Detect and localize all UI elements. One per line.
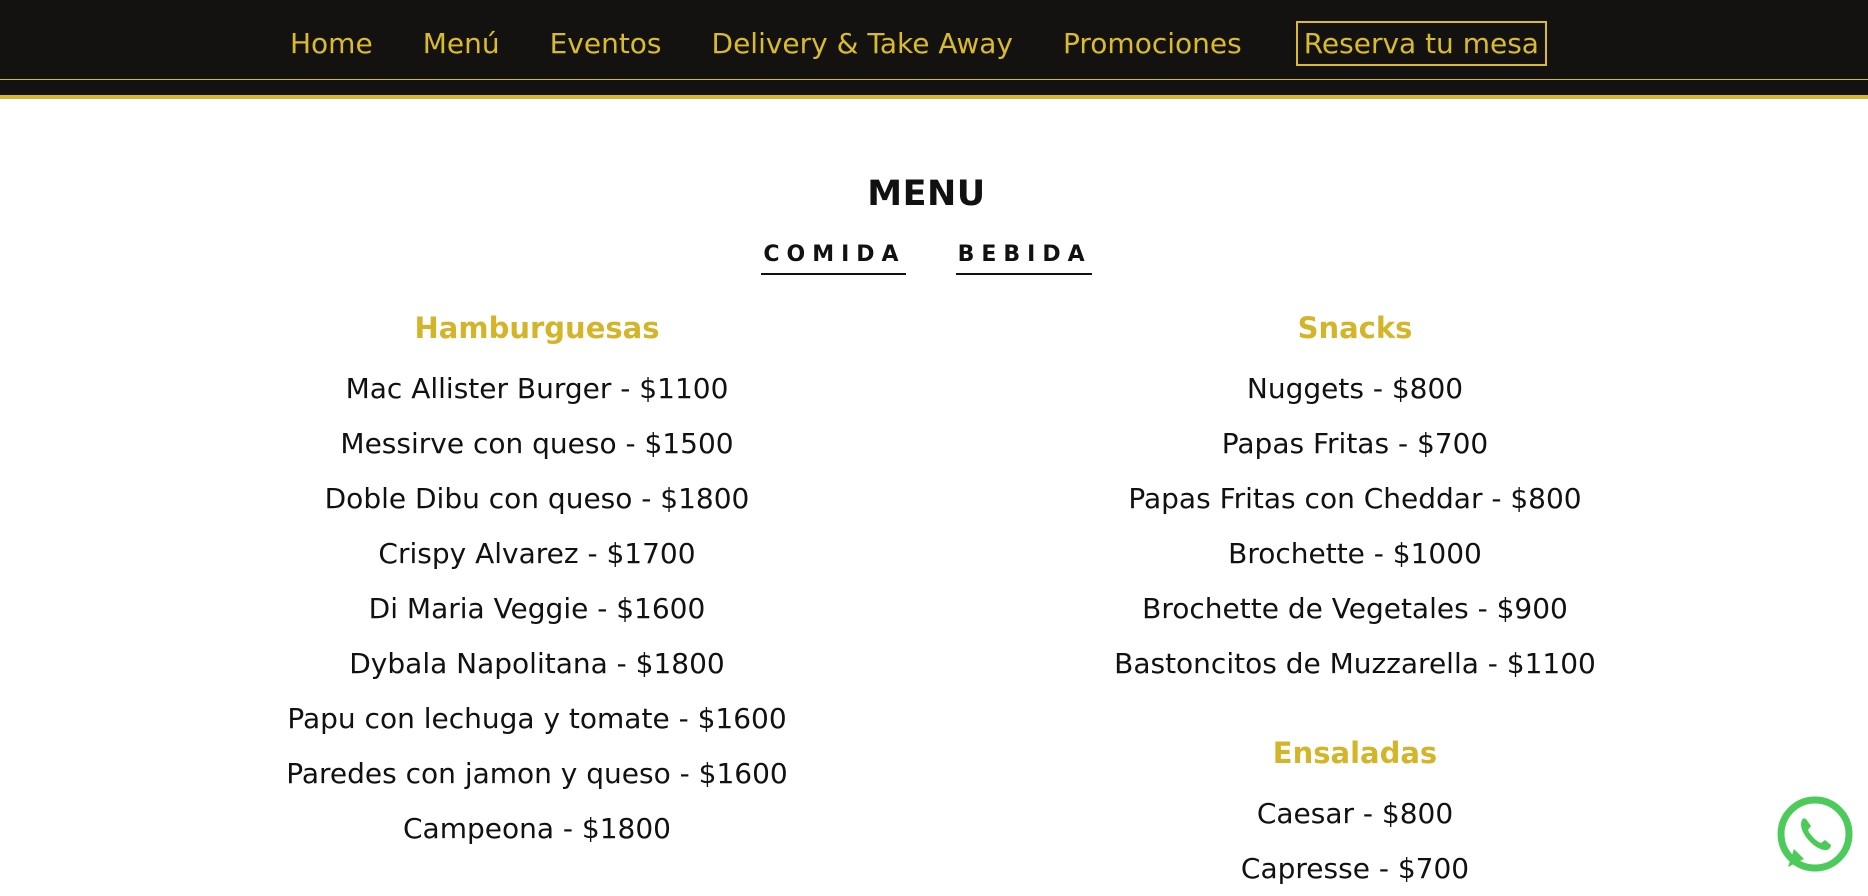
reserve-table-button[interactable]: Reserva tu mesa	[1295, 20, 1547, 66]
menu-item: Brochette - $1000	[1228, 537, 1482, 570]
menu-item: Messirve con queso - $1500	[340, 427, 734, 460]
menu-item: Papas Fritas - $700	[1221, 427, 1489, 460]
menu-item: Nuggets - $800	[1246, 372, 1464, 405]
nav-eventos[interactable]: Eventos	[550, 27, 662, 60]
nav-links: Home Menú Eventos Delivery & Take Away P…	[290, 18, 1547, 68]
nav-gold-border	[0, 95, 1868, 99]
menu-item: Papu con lechuga y tomate - $1600	[287, 702, 787, 735]
menu-item: Mac Allister Burger - $1100	[345, 372, 729, 405]
category-title: Snacks	[1297, 311, 1413, 345]
menu-column-hamburguesas: Hamburguesas Mac Allister Burger - $1100…	[137, 306, 937, 856]
menu-item: Campeona - $1800	[403, 812, 671, 845]
menu-item: Paredes con jamon y queso - $1600	[286, 757, 788, 790]
nav-menu[interactable]: Menú	[423, 27, 500, 60]
menu-item: Crispy Alvarez - $1700	[378, 537, 696, 570]
menu-title: MENU	[867, 174, 986, 214]
tab-comida[interactable]: COMIDA	[761, 238, 906, 275]
nav-band	[0, 80, 1868, 95]
menu-item: Caesar - $800	[1256, 797, 1454, 830]
menu-tabs: COMIDA BEBIDA	[0, 238, 1853, 275]
category-title: Hamburguesas	[414, 311, 660, 345]
category-title: Ensaladas	[1272, 736, 1438, 770]
nav-promociones[interactable]: Promociones	[1063, 27, 1242, 60]
menu-item: Bastoncitos de Muzzarella - $1100	[1114, 647, 1596, 680]
menu-column-right: Snacks Nuggets - $800 Papas Fritas - $70…	[955, 306, 1755, 896]
nav-home[interactable]: Home	[290, 27, 373, 60]
top-navbar: Home Menú Eventos Delivery & Take Away P…	[0, 0, 1868, 80]
menu-item: Di Maria Veggie - $1600	[368, 592, 706, 625]
category-spacer	[955, 691, 1755, 731]
menu-item: Dybala Napolitana - $1800	[349, 647, 725, 680]
menu-item: Brochette de Vegetales - $900	[1142, 592, 1568, 625]
nav-delivery[interactable]: Delivery & Take Away	[712, 27, 1013, 60]
menu-item: Capresse - $700	[1240, 852, 1470, 885]
tab-bebida[interactable]: BEBIDA	[955, 238, 1092, 275]
menu-item: Doble Dibu con queso - $1800	[324, 482, 750, 515]
menu-item: Papas Fritas con Cheddar - $800	[1128, 482, 1582, 515]
